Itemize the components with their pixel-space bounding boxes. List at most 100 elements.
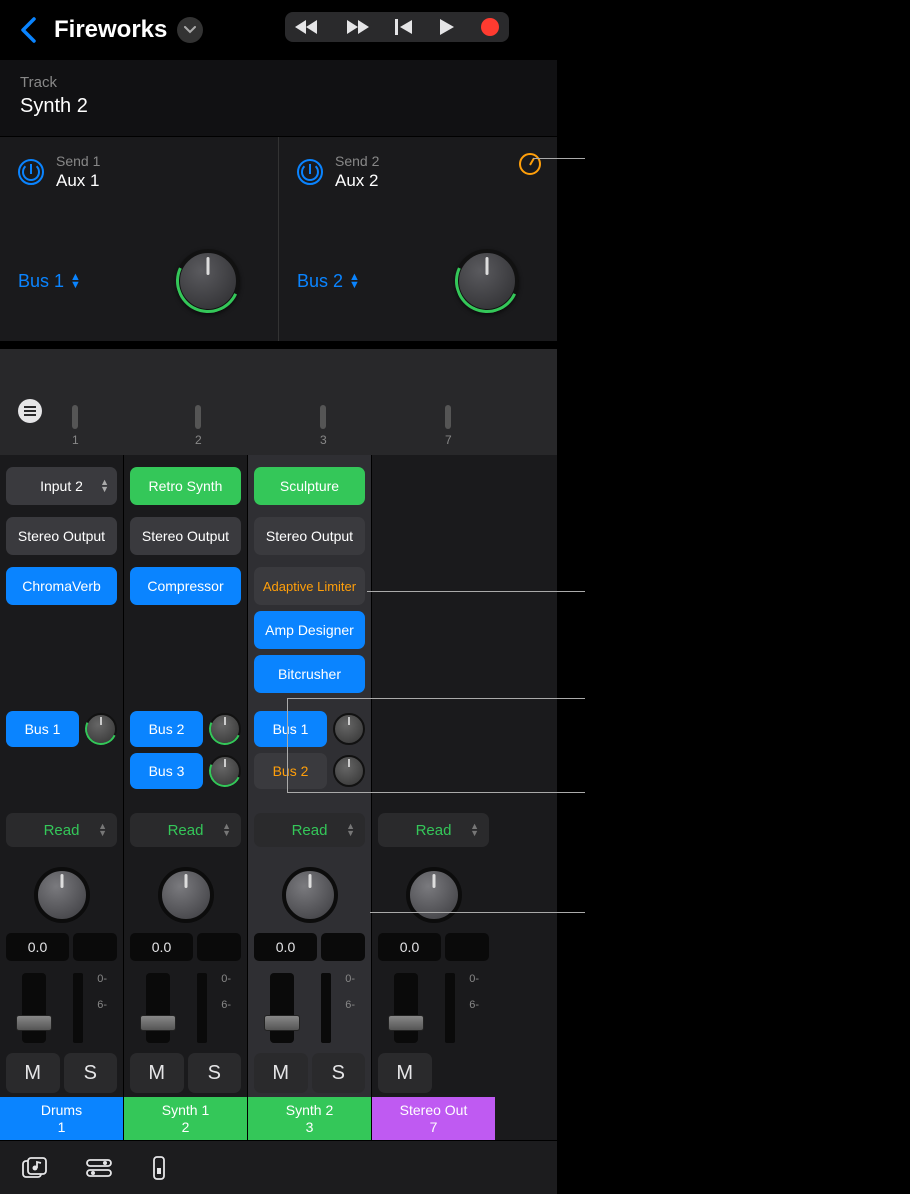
go-to-start-button[interactable] [395, 19, 413, 35]
back-button[interactable] [20, 17, 36, 43]
channel-stereo-out: Read▲▼ 0.0 0-6- M Stereo Out7 [372, 455, 495, 1141]
library-icon[interactable] [22, 1157, 48, 1179]
send-power-icon[interactable] [18, 159, 44, 185]
fx-slot-bypassed[interactable]: Adaptive Limiter [254, 567, 365, 605]
send-knob[interactable] [333, 755, 365, 787]
automation-mode[interactable]: Read▲▼ [6, 813, 117, 847]
callout-line [287, 698, 288, 792]
solo-button[interactable]: S [64, 1053, 118, 1093]
fader-track [146, 973, 170, 1043]
track-header: Track Synth 2 [0, 60, 557, 136]
send-knob[interactable] [209, 755, 241, 787]
output-slot[interactable]: Stereo Output [254, 517, 365, 555]
fx-slot[interactable]: Bitcrusher [254, 655, 365, 693]
fx-slot[interactable]: Compressor [130, 567, 241, 605]
db-value: 0.0 [378, 933, 441, 961]
mute-button[interactable]: M [6, 1053, 60, 1093]
send-level-knob[interactable] [455, 249, 519, 313]
mute-button[interactable]: M [130, 1053, 184, 1093]
bus-label: Bus 1 [18, 271, 64, 292]
project-title: Fireworks [54, 16, 167, 44]
title-menu-button[interactable] [177, 17, 203, 43]
forward-button[interactable] [345, 19, 369, 35]
channel-send: Bus 2 [130, 711, 241, 747]
solo-button[interactable]: S [188, 1053, 242, 1093]
send-knob[interactable] [209, 713, 241, 745]
fader-scale: 0-6- [97, 971, 107, 1013]
instrument-slot[interactable]: Retro Synth [130, 467, 241, 505]
send-2: Send 2 Aux 2 Bus 2 ▲▼ [278, 137, 557, 341]
play-button[interactable] [439, 18, 455, 36]
send-bus-button[interactable]: Bus 1 [254, 711, 327, 747]
automation-mode[interactable]: Read▲▼ [254, 813, 365, 847]
list-icon[interactable] [18, 399, 42, 423]
fx-slot[interactable]: ChromaVerb [6, 567, 117, 605]
fader-track [22, 973, 46, 1043]
pan-knob[interactable] [282, 867, 338, 923]
send-aux: Aux 1 [56, 171, 100, 191]
channel-name[interactable]: Synth 12 [124, 1097, 247, 1141]
peak-meter [197, 933, 241, 961]
mute-button[interactable]: M [254, 1053, 308, 1093]
output-slot[interactable]: Stereo Output [130, 517, 241, 555]
send-knob[interactable] [333, 713, 365, 745]
rewind-button[interactable] [295, 19, 319, 35]
bus-selector[interactable]: Bus 2 ▲▼ [297, 271, 360, 292]
chevron-updown-icon: ▲▼ [349, 273, 360, 289]
fader-area: 0-6- [254, 967, 365, 1053]
output-slot[interactable]: Stereo Output [6, 517, 117, 555]
send-1: Send 1 Aux 1 Bus 1 ▲▼ [0, 137, 278, 341]
overview-marker[interactable]: 7 [445, 405, 452, 447]
fader-area: 0-6- [378, 967, 489, 1053]
send-knob[interactable] [85, 713, 117, 745]
send-level-knob[interactable] [176, 249, 240, 313]
channel-name[interactable]: Stereo Out7 [372, 1097, 495, 1141]
track-label: Track [20, 74, 537, 91]
send-power-icon[interactable] [297, 159, 323, 185]
mixer-icon[interactable] [150, 1156, 168, 1180]
callout-line [287, 698, 585, 699]
input-slot[interactable]: Input 2▲▼ [6, 467, 117, 505]
channel-send: Bus 2 [254, 753, 365, 789]
send-bus-button[interactable]: Bus 1 [6, 711, 79, 747]
callout-line [533, 158, 585, 159]
channel-name[interactable]: Drums1 [0, 1097, 123, 1141]
peak-meter [73, 933, 117, 961]
controls-icon[interactable] [86, 1158, 112, 1178]
pan-knob[interactable] [158, 867, 214, 923]
send-bus-button-bypassed[interactable]: Bus 2 [254, 753, 327, 789]
annotation-area [557, 0, 910, 1194]
bus-label: Bus 2 [297, 271, 343, 292]
footer-bar [0, 1140, 557, 1194]
fader-cap[interactable] [140, 1015, 176, 1031]
automation-mode[interactable]: Read▲▼ [130, 813, 241, 847]
bus-selector[interactable]: Bus 1 ▲▼ [18, 271, 81, 292]
fader-cap[interactable] [388, 1015, 424, 1031]
gauge-icon[interactable] [519, 153, 541, 175]
pan-knob[interactable] [406, 867, 462, 923]
send-aux: Aux 2 [335, 171, 379, 191]
solo-button[interactable]: S [312, 1053, 366, 1093]
fx-slot[interactable]: Amp Designer [254, 611, 365, 649]
db-value: 0.0 [130, 933, 193, 961]
channel-name[interactable]: Synth 23 [248, 1097, 371, 1141]
top-bar: Fireworks [0, 0, 557, 60]
send-bus-button[interactable]: Bus 3 [130, 753, 203, 789]
send-bus-button[interactable]: Bus 2 [130, 711, 203, 747]
channel-send: Bus 1 [6, 711, 117, 747]
chevron-updown-icon: ▲▼ [346, 823, 355, 837]
fader-cap[interactable] [264, 1015, 300, 1031]
pan-knob[interactable] [34, 867, 90, 923]
overview-marker[interactable]: 3 [320, 405, 327, 447]
level-meter [197, 973, 207, 1043]
fader-cap[interactable] [16, 1015, 52, 1031]
mute-button[interactable]: M [378, 1053, 432, 1093]
record-button[interactable] [481, 18, 499, 36]
overview-marker[interactable]: 1 [72, 405, 79, 447]
channel-drums: Input 2▲▼ Stereo Output ChromaVerb Bus 1… [0, 455, 124, 1141]
fader-scale: 0-6- [469, 971, 479, 1013]
overview-marker[interactable]: 2 [195, 405, 202, 447]
automation-mode[interactable]: Read▲▼ [378, 813, 489, 847]
instrument-slot[interactable]: Sculpture [254, 467, 365, 505]
fader-scale: 0-6- [345, 971, 355, 1013]
